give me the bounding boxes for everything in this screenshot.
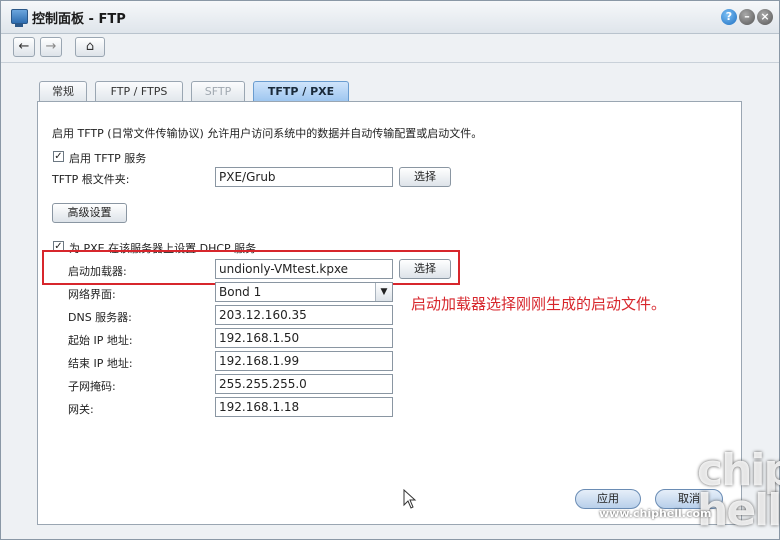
interface-value: Bond 1 [219,285,262,299]
start-ip-label: 起始 IP 地址: [68,334,133,347]
home-button[interactable]: ⌂ [75,37,105,57]
control-panel-icon [11,9,28,27]
arrow-right-icon: → [45,39,57,54]
gateway-input[interactable]: 192.168.1.18 [215,397,393,417]
interface-label: 网络界面: [68,288,116,301]
arrow-left-icon: ← [18,39,30,54]
netmask-input[interactable]: 255.255.255.0 [215,374,393,394]
root-folder-select-button[interactable]: 选择 [399,167,451,187]
dns-label: DNS 服务器: [68,311,132,324]
advanced-settings-button[interactable]: 高级设置 [52,203,127,223]
annotation-text: 启动加载器选择刚刚生成的启动文件。 [411,295,667,313]
end-ip-label: 结束 IP 地址: [68,357,133,370]
title-bar: 控制面板 - FTP ? – × [1,1,779,34]
help-icon[interactable]: ? [721,9,737,25]
tab-sftp[interactable]: SFTP [191,81,245,101]
start-ip-input[interactable]: 192.168.1.50 [215,328,393,348]
window-title: 控制面板 - FTP [32,12,126,27]
enable-tftp-checkbox[interactable]: ✓ [53,151,64,162]
toolbar-divider [1,62,779,63]
home-icon: ⌂ [85,39,95,54]
tab-ftp-ftps[interactable]: FTP / FTPS [95,81,183,101]
watermark-url: www.chiphell.com [599,507,712,520]
root-folder-label: TFTP 根文件夹: [52,173,130,186]
apply-button[interactable]: 应用 [575,489,641,509]
highlight-box [42,250,460,285]
close-icon[interactable]: × [757,9,773,25]
forward-button[interactable]: → [40,37,62,57]
gateway-label: 网关: [68,403,94,416]
tab-tftp-pxe[interactable]: TFTP / PXE [253,81,349,102]
control-panel-window: 控制面板 - FTP ? – × ← → ⌂ 常规 FTP / FTPS SFT… [0,0,780,540]
tab-general[interactable]: 常规 [39,81,87,101]
tftp-description: 启用 TFTP (日常文件传输协议) 允许用户访问系统中的数据并自动传输配置或启… [52,127,483,140]
interface-select[interactable]: Bond 1 ▼ [215,282,393,302]
mouse-cursor-icon [403,489,417,509]
netmask-label: 子网掩码: [68,380,116,393]
enable-tftp-label: 启用 TFTP 服务 [69,152,147,165]
minimize-icon[interactable]: – [739,9,755,25]
back-button[interactable]: ← [13,37,35,57]
end-ip-input[interactable]: 192.168.1.99 [215,351,393,371]
dns-input[interactable]: 203.12.160.35 [215,305,393,325]
chevron-down-icon: ▼ [375,283,392,301]
root-folder-input[interactable]: PXE/Grub [215,167,393,187]
